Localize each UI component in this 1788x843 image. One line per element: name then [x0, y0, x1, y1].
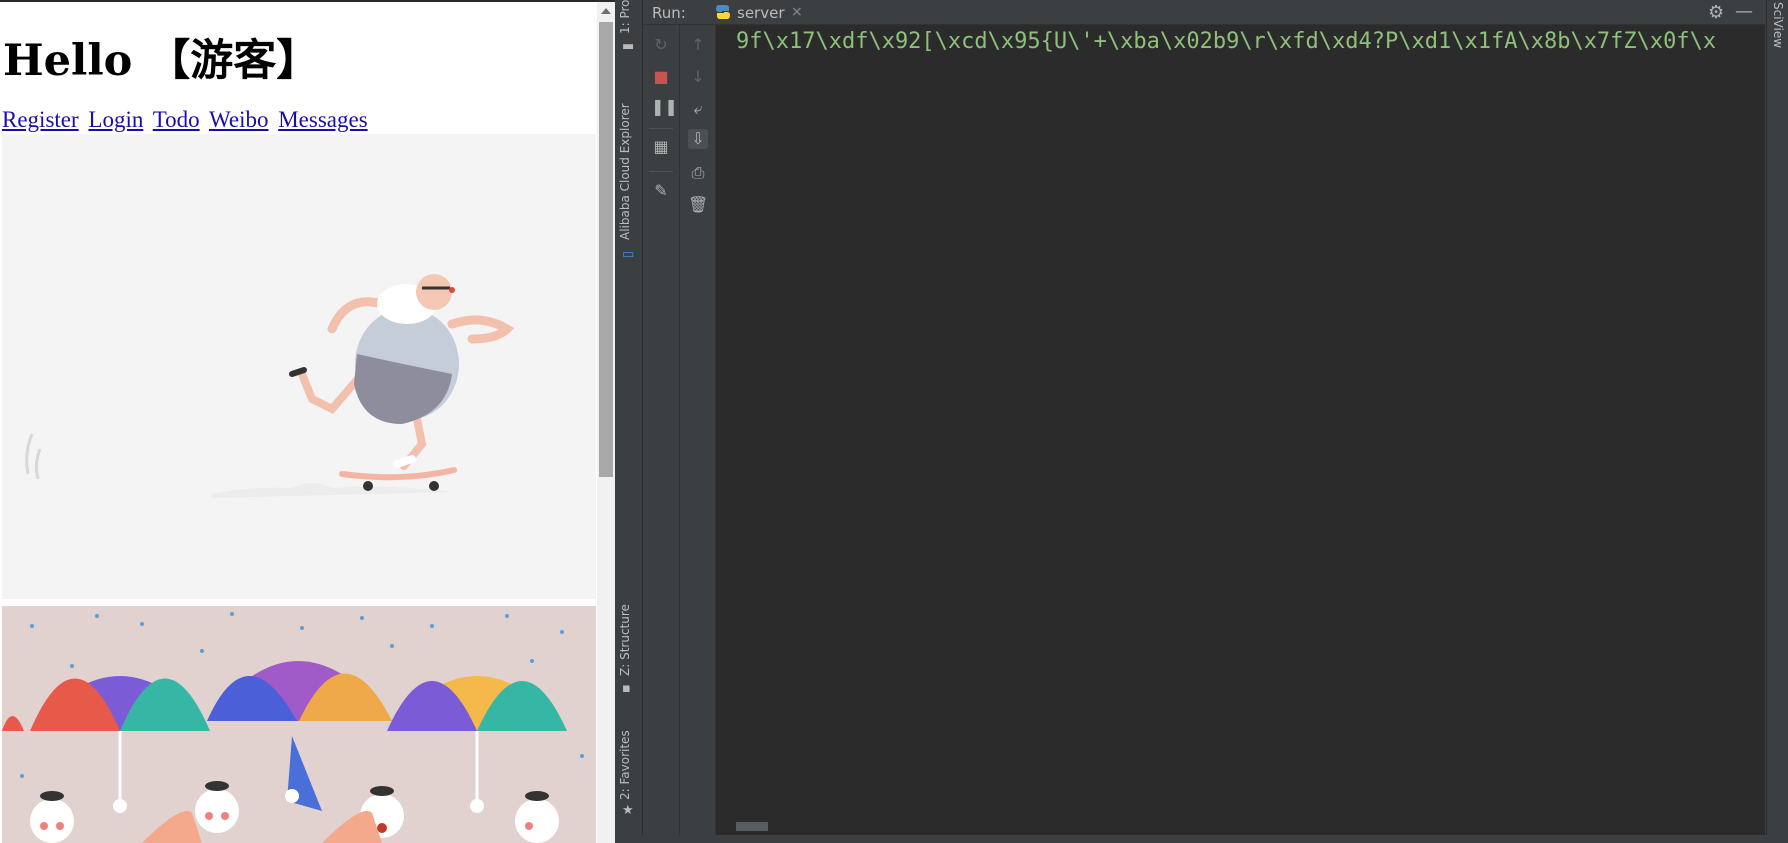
ide-left-tool-strip: 1: Project ▬ Alibaba Cloud Explorer ▭ Z:… — [615, 0, 643, 843]
run-label: Run: — [652, 4, 686, 22]
scroll-to-end-icon[interactable]: ⇩ — [688, 129, 708, 149]
browser-scrollbar[interactable] — [597, 2, 615, 843]
scrollbar-thumb[interactable] — [599, 22, 613, 477]
run-toolbar-primary: ↻ ■ ❚❚ ▦ ✎ — [643, 25, 680, 843]
tab-favorites[interactable]: 2: Favorites — [618, 730, 632, 800]
nav-link-weibo[interactable]: Weibo — [209, 107, 268, 132]
layout-icon[interactable]: ▦ — [651, 137, 671, 157]
console-output: 9f\x17\xdf\x92[\xcd\x95{U\'+\xba\x02b9\r… — [736, 29, 1717, 54]
scroll-up-arrow-icon[interactable] — [601, 8, 611, 14]
down-arrow-icon[interactable]: ↓ — [688, 67, 708, 87]
run-tool-window-header: Run: server × ⚙ — — [643, 0, 1765, 25]
page-title: Hello 【游客】 — [3, 36, 320, 86]
run-toolbar-secondary: ↑ ↓ ⤶ ⇩ ⎙ 🗑 — [680, 25, 716, 843]
nav-link-todo[interactable]: Todo — [153, 107, 200, 132]
python-icon — [716, 5, 730, 19]
ide-status-edge — [615, 835, 1788, 843]
tab-sciview[interactable]: SciView — [1771, 2, 1785, 48]
console-horizontal-scrollbar[interactable] — [736, 822, 768, 831]
nav-link-login[interactable]: Login — [88, 107, 143, 132]
run-console[interactable]: 9f\x17\xdf\x92[\xcd\x95{U\'+\xba\x02b9\r… — [716, 25, 1765, 843]
rerun-icon[interactable]: ↻ — [651, 35, 671, 55]
ide-right-tool-strip: SciView — [1766, 0, 1788, 843]
close-icon[interactable]: × — [791, 4, 803, 20]
up-arrow-icon[interactable]: ↑ — [688, 35, 708, 55]
tab-alibaba-cloud-explorer[interactable]: Alibaba Cloud Explorer — [618, 103, 632, 240]
stop-icon[interactable]: ■ — [651, 67, 671, 87]
browser-top-border — [0, 0, 615, 2]
run-tab-label: server — [737, 4, 785, 22]
tab-structure[interactable]: Z: Structure — [618, 604, 632, 676]
gear-icon[interactable]: ⚙ — [1708, 2, 1724, 23]
toolbar-separator — [649, 171, 673, 172]
structure-icon: ▪ — [622, 681, 631, 696]
nav-link-register[interactable]: Register — [2, 107, 79, 132]
umbrella-illustration — [2, 606, 596, 843]
nav-links: Register Login Todo Weibo Messages — [2, 107, 372, 133]
soft-wrap-icon[interactable]: ⤶ — [688, 99, 708, 119]
run-tab-server[interactable]: server × — [709, 0, 809, 24]
skateboarder-image — [2, 134, 596, 599]
trash-icon[interactable]: 🗑 — [688, 195, 708, 215]
print-icon[interactable]: ⎙ — [688, 163, 708, 183]
minimize-icon[interactable]: — — [1735, 1, 1753, 22]
pause-icon[interactable]: ❚❚ — [651, 97, 678, 117]
nav-link-messages[interactable]: Messages — [278, 107, 367, 132]
toolbar-separator — [649, 128, 673, 129]
cloud-icon: ▭ — [622, 247, 635, 262]
browser-window: Hello 【游客】 Register Login Todo Weibo Mes… — [0, 0, 615, 843]
tab-project[interactable]: 1: Project — [618, 0, 632, 34]
pin-icon[interactable]: ✎ — [651, 181, 671, 201]
folder-icon: ▬ — [622, 39, 635, 54]
star-icon: ★ — [622, 803, 634, 818]
